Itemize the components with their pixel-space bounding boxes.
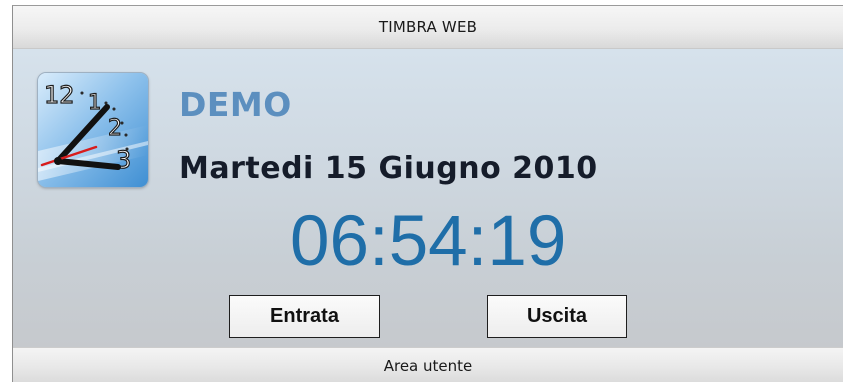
svg-text:2: 2 [108, 116, 122, 141]
current-time: 06:54:19 [290, 202, 567, 281]
company-name: DEMO [179, 85, 292, 124]
header-bar: TIMBRA WEB [13, 6, 843, 49]
svg-text:12: 12 [44, 81, 75, 109]
main-panel: 12 1 2 3 DEMO Martedi 15 Giugno 2010 06:… [13, 49, 843, 347]
entrata-button[interactable]: Entrata [229, 295, 380, 338]
svg-text:1: 1 [88, 90, 101, 114]
analog-clock-icon: 12 1 2 3 [38, 73, 148, 187]
header-title: TIMBRA WEB [378, 18, 478, 36]
timbra-web-panel: TIMBRA WEB 12 1 2 3 DEMO Martedi 15 Giug… [12, 5, 843, 382]
area-utente-link[interactable]: Area utente [13, 347, 843, 382]
uscita-button[interactable]: Uscita [487, 295, 627, 338]
area-utente-label: Area utente [383, 357, 473, 375]
current-date: Martedi 15 Giugno 2010 [179, 151, 598, 186]
